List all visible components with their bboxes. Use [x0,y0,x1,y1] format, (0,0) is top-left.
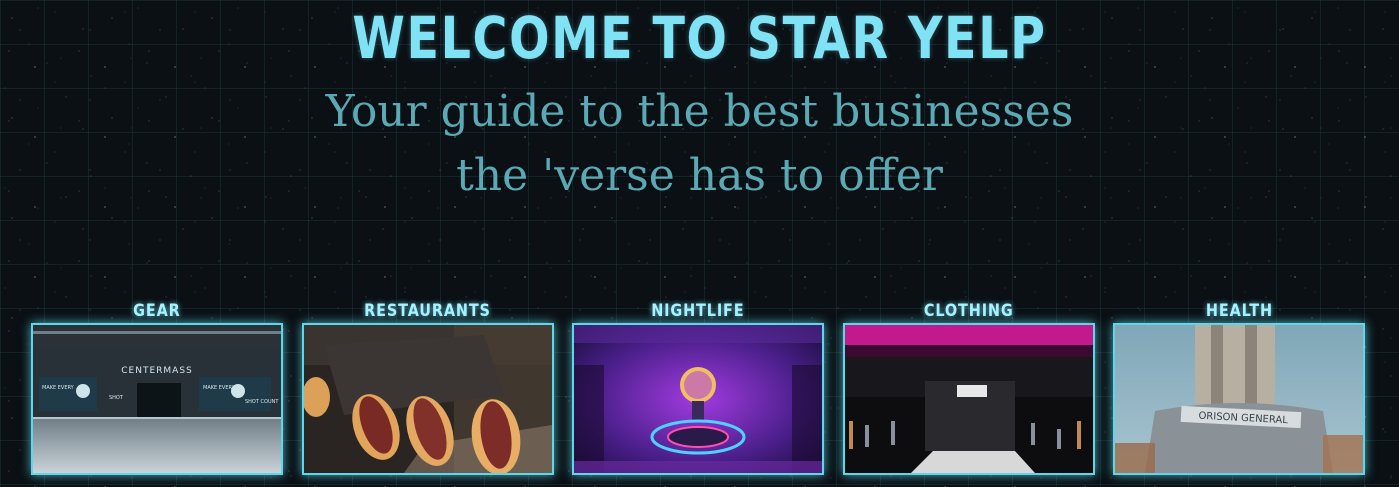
category-image-clothing[interactable] [842,323,1095,475]
gear-sign-mid: SHOT [109,395,124,401]
gear-sign-text: CENTERMASS [121,366,193,376]
category-image-gear[interactable]: CENTERMASS MAKE EVERY SHOT MAKE EVERY SH… [31,323,283,475]
gear-store-image: CENTERMASS MAKE EVERY SHOT MAKE EVERY SH… [33,325,281,473]
category-image-health[interactable]: ORISON GENERAL [1113,323,1365,475]
page-subtitle: Your guide to the best businesses the 'v… [250,80,1150,208]
hospital-image: ORISON GENERAL [1115,325,1363,473]
category-image-nightlife[interactable] [572,323,824,475]
gear-sign-left: MAKE EVERY [42,385,75,391]
subtitle-line-1: Your guide to the best businesses [325,86,1074,137]
nightclub-image [574,325,822,473]
category-restaurants[interactable]: RESTAURANTS [301,300,554,475]
category-label: CLOTHING [923,301,1014,321]
category-grid: GEAR CENTERMASS MAKE EVERY SHOT MAKE EVE… [31,300,1365,475]
gear-sign-right2: SHOT COUNT [245,399,279,405]
subtitle-line-2: the 'verse has to offer [456,150,943,201]
category-clothing[interactable]: CLOTHING [842,300,1095,475]
category-label: HEALTH [1205,301,1273,321]
hero: WELCOME TO STAR YELP Your guide to the b… [0,0,1399,208]
category-label: GEAR [133,301,181,321]
clothing-store-image [844,325,1093,473]
category-label: NIGHTLIFE [651,301,745,321]
category-image-restaurants[interactable] [301,323,554,475]
category-nightlife[interactable]: NIGHTLIFE [572,300,824,475]
hotdog-image [303,325,552,473]
category-gear[interactable]: GEAR CENTERMASS MAKE EVERY SHOT MAKE EVE… [31,300,283,475]
category-label: RESTAURANTS [364,301,491,321]
page-title: WELCOME TO STAR YELP [352,4,1047,72]
gear-sign-right: MAKE EVERY [203,385,236,391]
category-health[interactable]: HEALTH ORISON GENERAL [1113,300,1365,475]
